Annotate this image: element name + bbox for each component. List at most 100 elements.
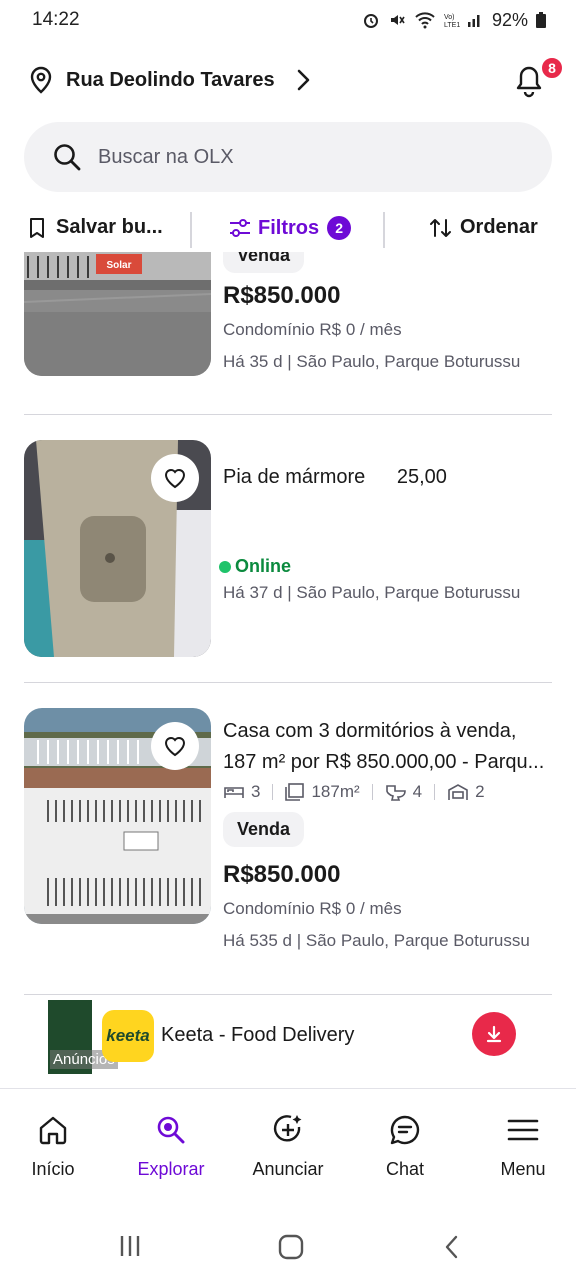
battery-icon [536,12,546,28]
home-icon [39,1116,67,1145]
bottom-navigation: Início Explorar Anunciar Chat Menu [0,1088,576,1200]
listing-thumbnail[interactable] [24,708,211,924]
nav-label: Início [31,1159,75,1179]
explore-icon [157,1116,185,1144]
mute-icon [390,15,405,25]
listing-title-line2: 187 m² por R$ 850.000,00 - Parqu... [223,751,545,773]
back-icon[interactable] [442,1234,462,1260]
listing-specs: 3 187m² 4 2 [223,782,563,802]
location-header: Rua Deolindo Tavares 8 [0,52,576,108]
signal-icon: Vo)LTE1 [444,14,480,29]
nav-label: Anunciar [252,1159,324,1179]
spec-divider [371,784,373,800]
save-search-button[interactable]: Salvar bu... [26,216,163,239]
nav-label: Explorar [137,1159,205,1179]
filter-count-badge: 2 [327,216,352,240]
listing-tag: Venda [223,252,305,273]
listing-title-row: Pia de mármore 25,00 [223,462,563,493]
status-time: 14:22 [32,9,80,30]
listing-tag-row: Venda [223,812,563,847]
nav-inicio[interactable]: Início [3,1113,103,1180]
wifi-icon [415,12,435,29]
online-status: Online [219,556,563,577]
location-pin-icon [30,66,52,94]
svg-text:Vo): Vo) [444,14,455,21]
search-input[interactable]: Buscar na OLX [24,122,552,192]
listing-condo: Condomínio R$ 0 / mês [223,899,402,918]
spec-divider [434,784,436,800]
listing-price: 25,00 [396,466,447,488]
spec-beds: 3 [251,782,261,801]
status-icons: Vo) LTE1 92% [362,10,546,31]
favorite-button[interactable] [151,454,199,502]
save-search-label: Salvar bu... [56,216,163,238]
nav-menu[interactable]: Menu [473,1113,573,1180]
search-icon [54,144,81,171]
filters-button[interactable]: Filtros 2 [228,216,352,240]
svg-text:LTE1: LTE1 [444,22,460,29]
download-button[interactable] [472,1012,516,1056]
menu-icon [507,1119,539,1141]
nav-label: Menu [500,1159,546,1179]
alarm-icon [363,14,378,28]
listing-thumbnail[interactable] [24,440,211,657]
bed-icon [224,787,244,798]
listing-separator [24,414,552,415]
favorite-button[interactable] [151,722,199,770]
sliders-icon [230,219,250,237]
street-photo: Solar [24,252,211,376]
listing-title-line1: Casa com 3 dormitórios à venda, [223,720,517,742]
thumb-sign-text: Solar [106,260,131,271]
ad-banner[interactable]: Anúncios keeta Keeta - Food Delivery [0,996,576,1086]
nav-label: Chat [385,1159,425,1179]
listing-tag: Venda [223,812,305,847]
toolbar-divider [383,212,385,248]
search-placeholder: Buscar na OLX [98,145,234,168]
system-navigation [0,1210,576,1280]
toilet-icon [385,785,406,801]
toolbar-divider [190,212,192,248]
bookmark-icon [30,217,44,238]
listing-details: Pia de mármore 25,00 [223,462,563,493]
nav-explorar[interactable]: Explorar [121,1113,221,1180]
listing-separator [24,682,552,683]
nav-anunciar[interactable]: Anunciar [238,1113,338,1180]
online-dot [219,560,231,573]
status-bar: 14:22 Vo) LTE1 92% [0,0,576,40]
heart-icon [164,469,186,489]
listings-feed[interactable]: Solar Venda R$850.000 Condomínio R$ 0 / … [0,252,576,1088]
chat-icon [390,1115,420,1145]
area-icon [285,783,305,801]
spec-baths: 4 [412,782,423,801]
home-button-icon[interactable] [278,1234,304,1260]
listing-title: Pia de mármore [223,466,366,488]
listing-thumbnail[interactable]: Solar [24,252,211,376]
location-address[interactable]: Rua Deolindo Tavares [66,69,275,92]
notifications-button[interactable]: 8 [512,56,564,98]
notification-badge: 8 [540,56,564,80]
listing-info: Venda [223,252,563,273]
nav-chat[interactable]: Chat [355,1113,455,1180]
filters-label: Filtros [258,216,320,239]
recent-apps-icon[interactable] [118,1234,142,1258]
spec-divider [272,784,274,800]
listing-meta: Há 37 d | São Paulo, Parque Boturussu [223,583,521,602]
chevron-right-icon[interactable] [293,66,313,94]
sort-button[interactable]: Ordenar [428,216,538,239]
add-ad-icon [273,1115,302,1142]
listing-status: Online Há 37 d | São Paulo, Parque Botur… [219,556,563,603]
keeta-logo: keeta [102,1010,154,1062]
listing-separator [24,994,552,995]
garage-icon [448,784,468,800]
listing-meta: Há 35 d | São Paulo, Parque Boturussu [223,352,521,371]
heart-icon [164,737,186,757]
listing-details: R$850.000 Condomínio R$ 0 / mês Há 35 d … [223,282,563,372]
ad-app-name: Keeta - Food Delivery [161,1024,355,1046]
spec-parking: 2 [475,782,485,801]
battery-percent: 92% [491,9,528,30]
listing-price: R$850.000 [223,861,341,888]
listing-price: R$850.000 [223,282,341,309]
sort-label: Ordenar [460,216,538,238]
spec-area: 187m² [311,782,360,801]
listing-condo: Condomínio R$ 0 / mês [223,320,402,339]
